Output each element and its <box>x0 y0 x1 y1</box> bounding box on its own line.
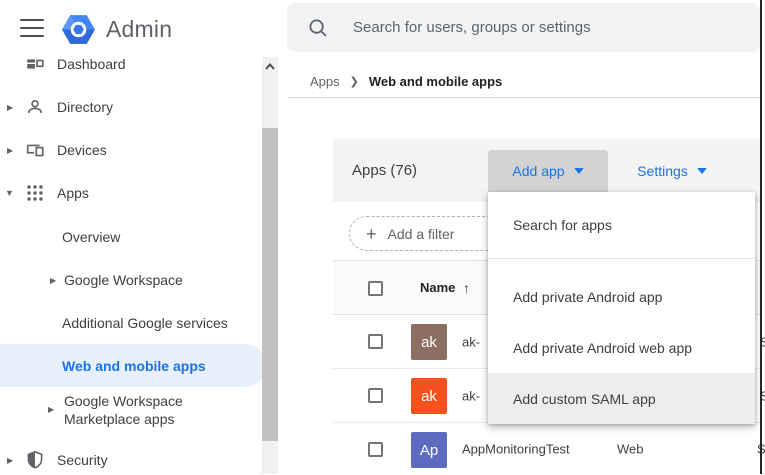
chevron-right-icon[interactable]: ▶ <box>50 276 56 285</box>
apps-grid-icon <box>24 182 46 204</box>
add-filter-button[interactable]: + Add a filter <box>349 216 503 251</box>
sidebar-item-label: Additional Google services <box>62 315 228 331</box>
sidebar-item-label: Devices <box>57 142 107 158</box>
name-column-header[interactable]: Name <box>420 280 455 295</box>
sort-ascending-icon[interactable]: ↑ <box>463 280 470 296</box>
add-filter-label: Add a filter <box>388 226 455 242</box>
sidebar-item-label: Google Workspace Marketplace apps <box>64 392 242 428</box>
app-name: ak- <box>462 388 480 403</box>
add-app-menu: Search for apps Add private Android app … <box>488 192 755 424</box>
chevron-right-icon[interactable]: ▶ <box>7 456 13 465</box>
breadcrumb-current-page: Web and mobile apps <box>369 74 502 89</box>
sidebar-scrollbar-thumb[interactable] <box>262 128 278 441</box>
menu-item-add-private-android-app[interactable]: Add private Android app <box>488 271 755 322</box>
hamburger-menu-icon[interactable] <box>20 19 44 38</box>
caret-down-icon <box>574 168 584 174</box>
header-divider <box>287 97 761 98</box>
person-icon <box>24 96 46 118</box>
menu-spacer <box>488 259 755 271</box>
top-app-bar: Admin Search for users, groups or settin… <box>0 0 765 57</box>
sidebar-item-marketplace-apps[interactable]: ▶ Google Workspace Marketplace apps <box>0 392 178 428</box>
breadcrumb-apps-link[interactable]: Apps <box>310 74 340 89</box>
row-checkbox[interactable] <box>368 388 383 403</box>
menu-item-add-custom-saml-app[interactable]: Add custom SAML app <box>488 373 755 424</box>
row-checkbox[interactable] <box>368 442 383 457</box>
sidebar-item-label: Dashboard <box>57 56 126 72</box>
breadcrumb: Apps ❯ Web and mobile apps <box>310 72 502 90</box>
plus-icon: + <box>366 225 377 243</box>
row-checkbox[interactable] <box>368 334 383 349</box>
app-platform: Web <box>617 441 644 456</box>
menu-item-add-private-android-web-app[interactable]: Add private Android web app <box>488 322 755 373</box>
page-title: Apps (76) <box>352 162 417 179</box>
admin-logo: Admin <box>60 10 172 48</box>
shield-icon <box>24 449 46 471</box>
sidebar-item-label: Security <box>57 452 108 468</box>
menu-item-search-for-apps[interactable]: Search for apps <box>488 192 755 258</box>
sidebar-item-label: Apps <box>57 185 89 201</box>
sidebar-item-label: Overview <box>62 229 120 245</box>
settings-button-label: Settings <box>637 163 688 179</box>
settings-button[interactable]: Settings <box>620 150 724 192</box>
table-row[interactable]: Ap AppMonitoringTest Web SA <box>333 423 761 474</box>
search-input[interactable]: Search for users, groups or settings <box>287 3 760 52</box>
search-icon <box>308 18 328 38</box>
app-title: Admin <box>106 16 172 43</box>
admin-hexagon-icon <box>60 11 97 48</box>
chevron-right-icon[interactable]: ▶ <box>48 401 54 419</box>
app-name: AppMonitoringTest <box>462 441 570 456</box>
chevron-down-icon[interactable]: ▼ <box>5 188 14 198</box>
select-all-checkbox[interactable] <box>368 281 383 296</box>
app-avatar: ak <box>411 324 447 360</box>
chevron-right-icon[interactable]: ▶ <box>7 103 13 112</box>
sidebar-item-label: Web and mobile apps <box>62 358 206 374</box>
app-avatar: Ap <box>411 432 447 468</box>
app-avatar: ak <box>411 378 447 414</box>
search-placeholder: Search for users, groups or settings <box>353 19 591 36</box>
scrollbar-up-arrow-icon[interactable] <box>263 60 277 74</box>
chevron-right-icon[interactable]: ▶ <box>7 146 13 155</box>
add-app-button[interactable]: Add app <box>488 150 608 192</box>
sidebar-item-label: Directory <box>57 99 113 115</box>
caret-down-icon <box>697 168 707 174</box>
add-app-button-label: Add app <box>512 163 564 179</box>
sidebar-item-label: Google Workspace <box>64 272 183 288</box>
devices-icon <box>24 139 46 161</box>
window-edge <box>760 0 762 474</box>
breadcrumb-separator-icon: ❯ <box>350 75 359 88</box>
app-name: ak- <box>462 334 480 349</box>
